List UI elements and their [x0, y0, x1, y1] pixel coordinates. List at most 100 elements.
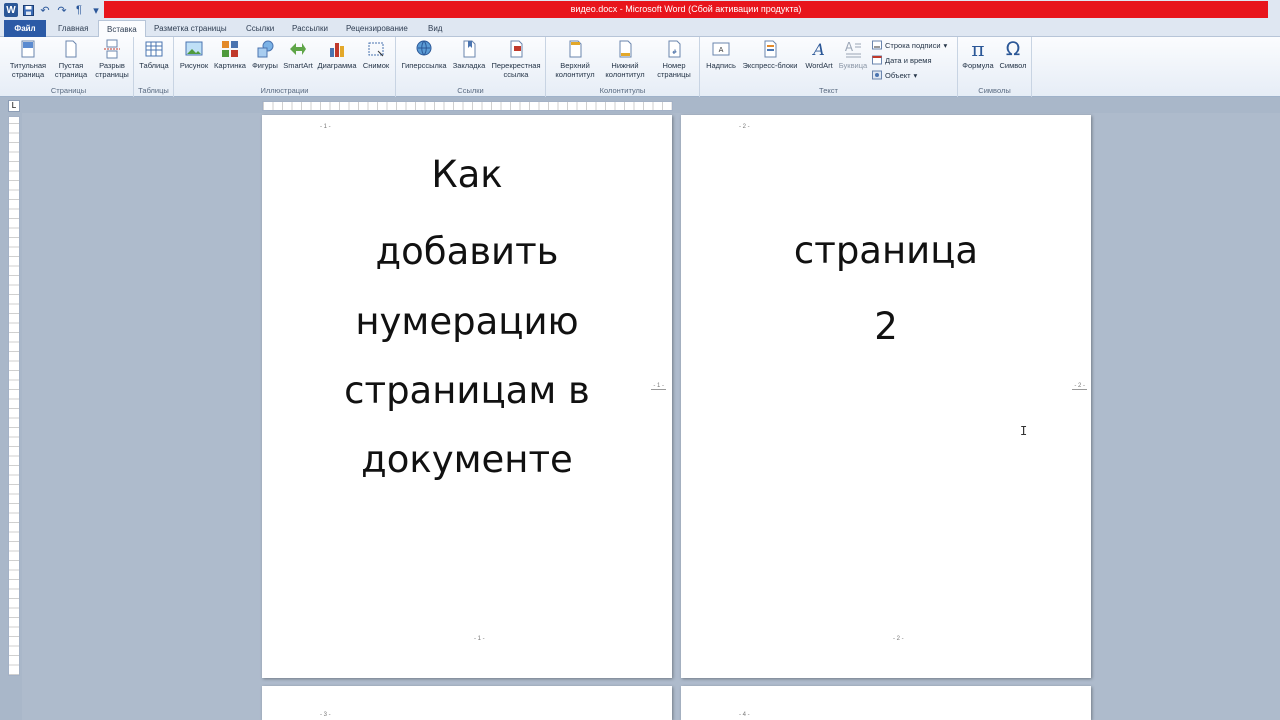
- page-2-header-number: - 2 -: [739, 124, 750, 130]
- picture-label: Рисунок: [179, 61, 209, 70]
- vertical-ruler[interactable]: [8, 116, 20, 676]
- chart-button[interactable]: Диаграмма: [316, 39, 358, 70]
- tab-home[interactable]: Главная: [50, 20, 96, 37]
- symbol-button[interactable]: Ω Символ: [996, 39, 1030, 70]
- group-links-label: Ссылки: [457, 86, 484, 95]
- word-logo-icon[interactable]: W: [4, 3, 18, 17]
- page-3[interactable]: - 3 -: [262, 686, 672, 720]
- ribbon-tabs: Файл Главная Вставка Разметка страницы С…: [0, 20, 1280, 38]
- cross-reference-button[interactable]: Перекрестная ссылка: [488, 39, 544, 79]
- page-1[interactable]: - 1 - - 1 - - 1 - Как добавить нумерацию…: [262, 115, 672, 678]
- date-time-label: Дата и время: [885, 55, 932, 65]
- smartart-label: SmartArt: [283, 61, 313, 70]
- text-cursor-icon: I: [1020, 424, 1028, 438]
- group-text: A Надпись Экспресс-блоки A WordArt A Бук…: [700, 37, 958, 97]
- footer-label: Нижний колонтитул: [605, 61, 645, 79]
- footer-icon: [619, 40, 632, 58]
- page-1-line-5: документе: [361, 438, 573, 481]
- omega-icon: Ω: [1005, 38, 1021, 60]
- footer-button[interactable]: Нижний колонтитул: [600, 39, 650, 79]
- group-text-label: Текст: [819, 86, 838, 95]
- save-icon[interactable]: [21, 3, 35, 17]
- cover-page-button[interactable]: Титульная страница: [6, 39, 50, 79]
- screenshot-label: Снимок: [362, 61, 390, 70]
- page-2[interactable]: - 2 - - 2 - - 2 - страница 2: [681, 115, 1091, 678]
- hyperlink-label: Гиперссылка: [401, 61, 447, 70]
- dropcap-icon: A: [845, 40, 861, 58]
- tab-review[interactable]: Рецензирование: [338, 20, 416, 37]
- calendar-icon: [872, 55, 882, 65]
- tab-page-layout[interactable]: Разметка страницы: [146, 20, 235, 37]
- page-4[interactable]: - 4 -: [681, 686, 1091, 720]
- group-pages-label: Страницы: [50, 86, 87, 95]
- table-icon: [145, 41, 163, 57]
- picture-button[interactable]: Рисунок: [178, 39, 210, 70]
- title-bar: W ↶ ↷ ¶ ▾ видео.docx - Microsoft Word (С…: [0, 0, 1280, 20]
- group-links: Гиперссылка Закладка Перекрестная ссылка…: [396, 37, 546, 97]
- undo-icon[interactable]: ↶: [38, 3, 52, 17]
- date-time-button[interactable]: Дата и время: [872, 55, 932, 65]
- hyperlink-button[interactable]: Гиперссылка: [398, 39, 450, 70]
- group-illustrations-label: Иллюстрации: [260, 86, 309, 95]
- equation-label: Формула: [962, 61, 994, 70]
- quick-parts-button[interactable]: Экспресс-блоки: [740, 39, 800, 70]
- wordart-icon: A: [811, 40, 825, 59]
- cover-page-icon: [21, 40, 35, 58]
- screenshot-button[interactable]: Снимок: [360, 39, 392, 70]
- symbol-label: Символ: [999, 61, 1027, 70]
- svg-text:A: A: [719, 46, 724, 54]
- signature-line-icon: [872, 40, 882, 50]
- shapes-button[interactable]: Фигуры: [250, 39, 280, 70]
- blank-page-icon: [65, 40, 77, 58]
- tab-references[interactable]: Ссылки: [238, 20, 282, 37]
- ribbon: Титульная страница Пустая страница Разры…: [0, 37, 1280, 97]
- page-2-margin-number: - 2 -: [1072, 383, 1087, 390]
- blank-page-button[interactable]: Пустая страница: [52, 39, 90, 79]
- textbox-button[interactable]: A Надпись: [704, 39, 738, 70]
- object-button[interactable]: Объект ▾: [872, 70, 917, 80]
- dropcap-button[interactable]: A Буквица: [836, 39, 870, 70]
- header-button[interactable]: Верхний колонтитул: [550, 39, 600, 79]
- bookmark-label: Закладка: [452, 61, 486, 70]
- cover-page-label: Титульная страница: [9, 61, 47, 79]
- table-label: Таблица: [139, 61, 169, 70]
- textbox-icon: A: [712, 42, 730, 56]
- dropcap-label: Буквица: [838, 61, 868, 70]
- page-break-button[interactable]: Разрыв страницы: [92, 39, 132, 79]
- page-number-label: Номер страницы: [657, 61, 691, 79]
- cross-reference-label: Перекрестная ссылка: [491, 61, 541, 79]
- window-title: видео.docx - Microsoft Word (Сбой актива…: [104, 1, 1268, 18]
- shapes-icon: [257, 40, 274, 58]
- tab-view[interactable]: Вид: [420, 20, 450, 37]
- pi-icon: π: [971, 37, 985, 61]
- customize-qat-icon[interactable]: ▾: [89, 3, 103, 17]
- tab-insert[interactable]: Вставка: [98, 20, 146, 38]
- group-header-footer-label: Колонтитулы: [599, 86, 646, 95]
- redo-icon[interactable]: ↷: [55, 3, 69, 17]
- page-break-icon: [104, 39, 120, 59]
- signature-line-label: Строка подписи: [885, 40, 941, 50]
- shapes-label: Фигуры: [252, 61, 278, 70]
- svg-text:A: A: [811, 40, 825, 59]
- quick-parts-label: Экспресс-блоки: [742, 61, 798, 70]
- group-header-footer: Верхний колонтитул Нижний колонтитул # Н…: [546, 37, 700, 97]
- page-1-line-1: Как: [431, 153, 503, 196]
- wordart-button[interactable]: A WordArt: [802, 39, 836, 70]
- page-number-button[interactable]: # Номер страницы: [650, 39, 698, 79]
- clipart-button[interactable]: Картинка: [212, 39, 248, 70]
- bookmark-button[interactable]: Закладка: [450, 39, 488, 70]
- object-label: Объект: [885, 70, 911, 80]
- tab-selector[interactable]: L: [8, 100, 20, 112]
- signature-line-button[interactable]: Строка подписи ▾: [872, 40, 947, 50]
- smartart-button[interactable]: SmartArt: [282, 39, 314, 70]
- svg-text:A: A: [845, 40, 854, 54]
- tab-mailings[interactable]: Рассылки: [284, 20, 336, 37]
- table-button[interactable]: Таблица: [136, 39, 172, 70]
- paragraph-marks-icon[interactable]: ¶: [72, 3, 86, 17]
- page-4-header-number: - 4 -: [739, 712, 750, 718]
- page-2-line-1: страница: [793, 229, 979, 272]
- tab-file[interactable]: Файл: [4, 20, 46, 37]
- page-break-label: Разрыв страницы: [95, 61, 129, 79]
- horizontal-ruler[interactable]: [262, 101, 673, 111]
- equation-button[interactable]: π Формула: [960, 39, 996, 70]
